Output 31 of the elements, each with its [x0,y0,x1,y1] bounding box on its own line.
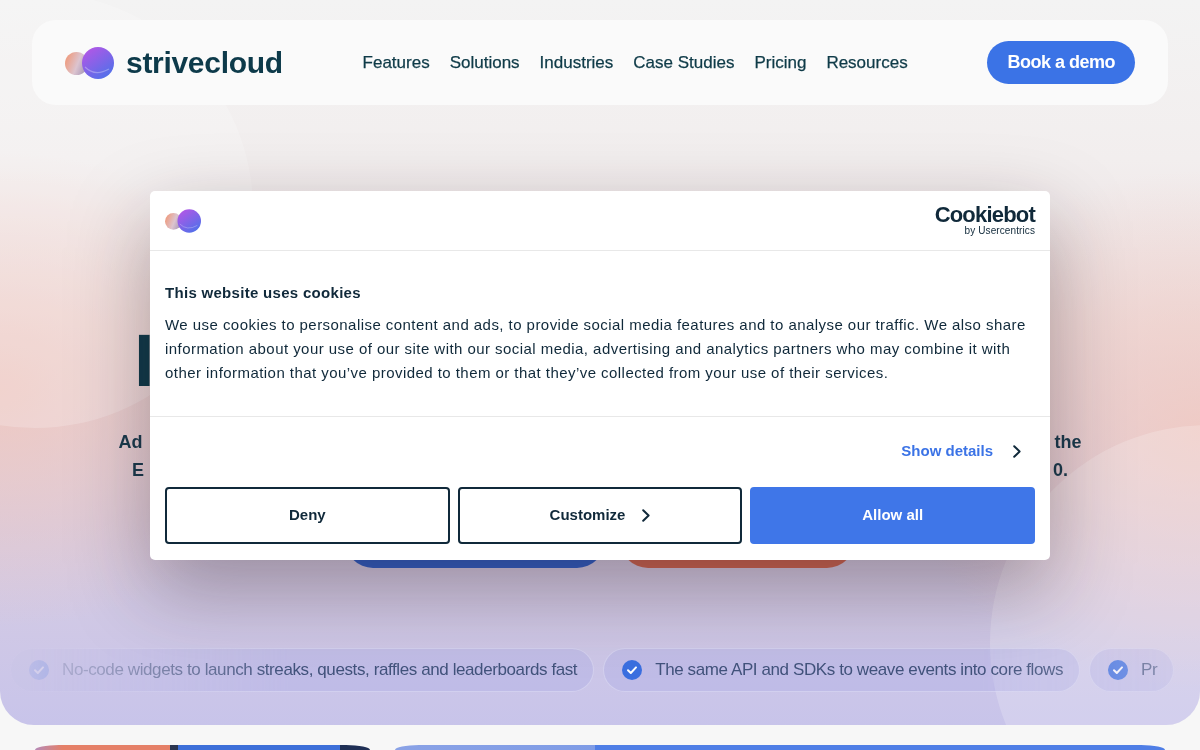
nav-link[interactable]: Case Studies [633,49,735,76]
chevron-right-icon [1013,444,1021,458]
book-demo-button[interactable]: Book a demo [987,41,1135,84]
subtitle-fragment: the [1054,431,1082,454]
consent-button[interactable]: Deny [165,487,450,544]
check-circle-icon [622,660,643,680]
subtitle-fragment: E [132,459,144,482]
check-circle-icon [29,660,49,680]
nav-link[interactable]: Features [362,49,430,76]
consent-button[interactable]: Allow all [750,487,1035,544]
nav-link[interactable]: Solutions [449,49,520,76]
heading-fragment: I [134,321,155,401]
dialog-title: This website uses cookies [165,283,362,303]
check-circle-icon [1108,660,1128,680]
dialog-text: We use cookies to personalise content and ads, to provide social media features and to analyse our traffic. We also share information about your use of our site with our social media, advertising and analytics partners who may combine it with other information that you’ve provided to them or that they’ve collected from your use of their services. [165,315,1027,383]
chevron-right-icon [642,509,651,522]
show-details-link[interactable]: Show details [901,439,1021,463]
logo-mark-icon [165,208,201,233]
feature-text: Pr [1141,659,1158,682]
nav-link[interactable]: Industries [539,49,614,76]
consent-button[interactable]: Customize [457,487,743,544]
feature-text: The same API and SDKs to weave events into core flows [655,659,1063,682]
subtitle-fragment: 0. [1053,459,1068,482]
logo-mark-icon [65,46,114,79]
subtitle-fragment: Ad [118,431,143,454]
feature-text: No-code widgets to launch streaks, quests, raffles and leaderboards fast [62,659,578,682]
brand-name: strivecloud [126,47,283,78]
nav-link[interactable]: Resources [826,49,908,76]
brand-wordmark: Cookiebot [934,205,1035,225]
brand-tagline: by Usercentrics [964,225,1035,236]
nav-link[interactable]: Pricing [754,49,807,76]
